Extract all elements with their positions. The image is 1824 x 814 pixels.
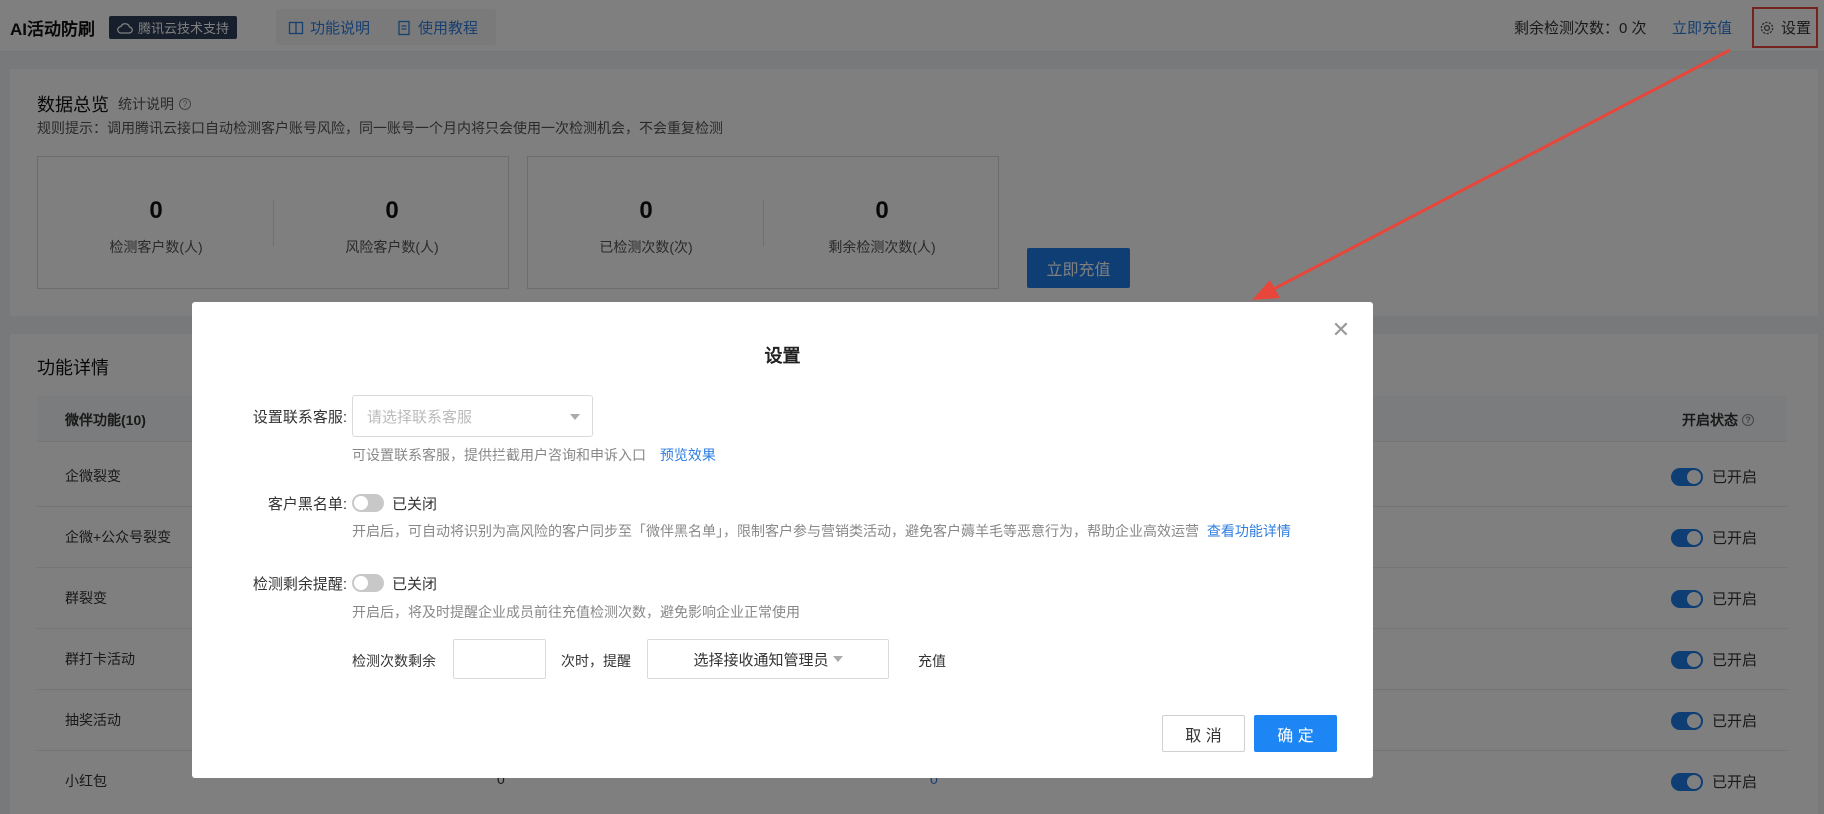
blacklist-state: 已关闭 bbox=[392, 496, 438, 513]
admin-placeholder: 选择接收通知管理员 bbox=[693, 651, 829, 669]
blacklist-hint-text: 开启后，可自动将识别为高风险的客户同步至「微伴黑名单」，限制客户参与营销类活动，… bbox=[352, 523, 1199, 539]
contact-hint: 可设置联系客服，提供拦截用户咨询和申诉入口 预览效果 bbox=[352, 445, 716, 465]
blacklist-detail-link[interactable]: 查看功能详情 bbox=[1207, 523, 1291, 539]
contact-hint-text: 可设置联系客服，提供拦截用户咨询和申诉入口 bbox=[352, 447, 646, 463]
count-mid: 次时，提醒 bbox=[561, 653, 631, 669]
contact-label: 设置联系客服: bbox=[252, 409, 347, 426]
reminder-label: 检测剩余提醒: bbox=[252, 576, 347, 593]
preview-link[interactable]: 预览效果 bbox=[660, 447, 716, 463]
reminder-hint: 开启后，将及时提醒企业成员前往充值检测次数，避免影响企业正常使用 bbox=[352, 604, 800, 620]
blacklist-label: 客户黑名单: bbox=[267, 496, 347, 513]
admin-select[interactable]: 选择接收通知管理员 bbox=[647, 639, 889, 679]
settings-modal: ✕ 设置 设置联系客服: 请选择联系客服 可设置联系客服，提供拦截用户咨询和申诉… bbox=[192, 302, 1373, 778]
modal-title: 设置 bbox=[764, 346, 801, 366]
chevron-down-icon bbox=[832, 656, 843, 662]
contact-select[interactable]: 请选择联系客服 bbox=[352, 395, 593, 437]
count-suffix: 充值 bbox=[918, 653, 946, 669]
count-prefix: 检测次数剩余 bbox=[352, 653, 436, 669]
cancel-button[interactable]: 取 消 bbox=[1162, 715, 1245, 752]
reminder-toggle[interactable] bbox=[352, 574, 384, 592]
reminder-state: 已关闭 bbox=[392, 576, 438, 593]
chevron-down-icon bbox=[570, 414, 580, 420]
close-icon[interactable]: ✕ bbox=[1329, 317, 1353, 342]
confirm-button[interactable]: 确 定 bbox=[1254, 715, 1337, 752]
blacklist-toggle[interactable] bbox=[352, 494, 384, 512]
reminder-count-input[interactable] bbox=[453, 639, 546, 679]
contact-placeholder: 请选择联系客服 bbox=[367, 408, 473, 426]
blacklist-hint: 开启后，可自动将识别为高风险的客户同步至「微伴黑名单」，限制客户参与营销类活动，… bbox=[352, 521, 1291, 541]
